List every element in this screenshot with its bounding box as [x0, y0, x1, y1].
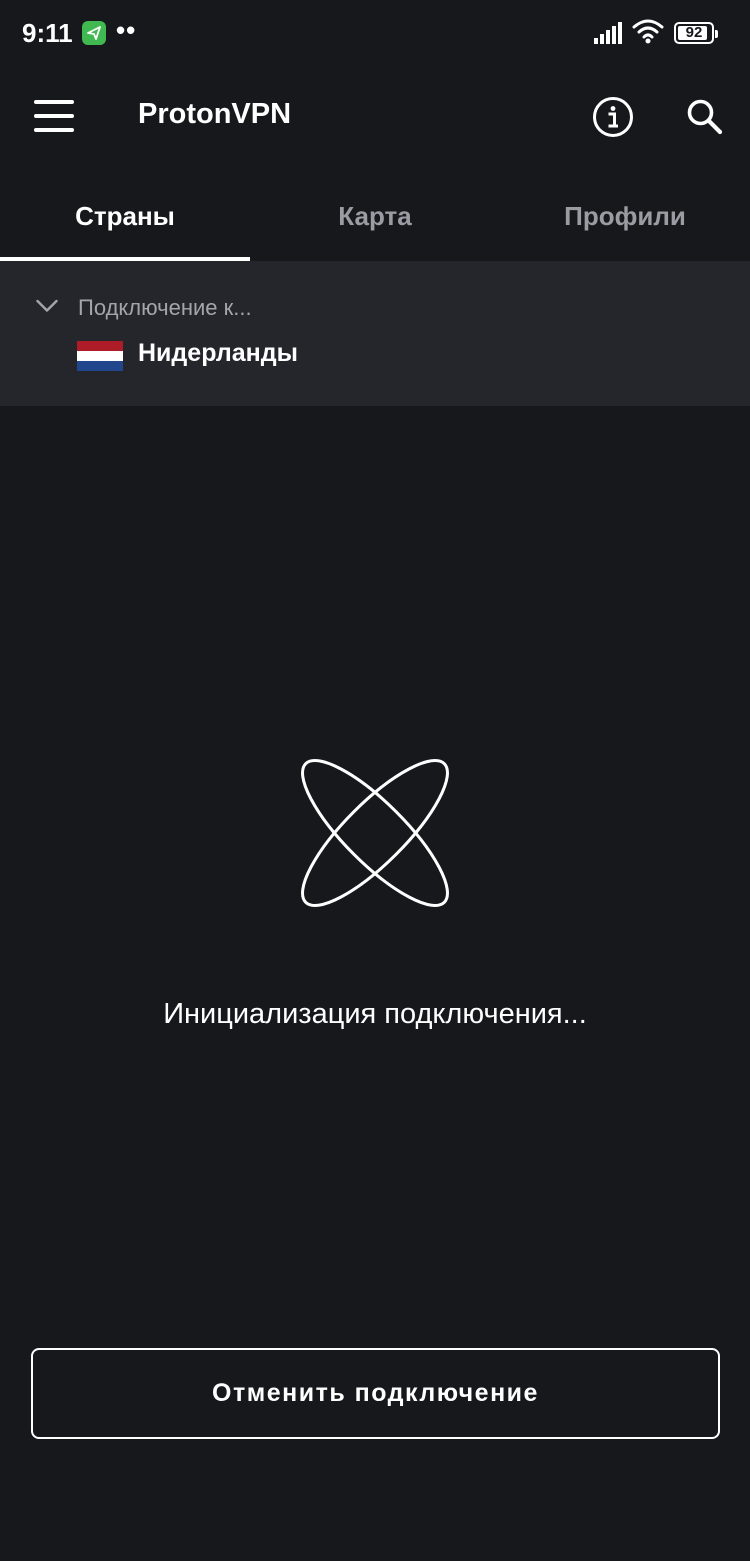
tab-bar: Страны Карта Профили — [0, 168, 750, 261]
info-icon[interactable] — [592, 96, 634, 143]
tab-profiles[interactable]: Профили — [500, 168, 750, 261]
connection-status-label: Подключение к... — [78, 295, 252, 320]
notification-dots: •• — [116, 15, 137, 45]
telegram-notification-icon — [82, 21, 106, 45]
app-bar: ProtonVPN — [0, 68, 750, 168]
vpn-connecting-screen: 9:11 •• 92 ProtonVPN Страны Карта Профил… — [0, 0, 750, 1561]
battery-level: 92 — [685, 24, 703, 41]
connection-status-message: Инициализация подключения... — [163, 998, 587, 1030]
cancel-connection-button[interactable]: Отменить подключение — [31, 1348, 720, 1439]
tab-map[interactable]: Карта — [250, 168, 500, 261]
atom-loader-icon — [300, 758, 450, 913]
menu-icon[interactable] — [34, 98, 74, 134]
app-title: ProtonVPN — [138, 98, 292, 130]
netherlands-flag-icon — [77, 341, 123, 371]
wifi-icon — [632, 18, 664, 49]
tab-countries[interactable]: Страны — [0, 168, 250, 261]
chevron-down-icon[interactable] — [36, 299, 58, 318]
search-icon[interactable] — [686, 98, 724, 141]
connection-panel[interactable]: Подключение к... Нидерланды — [0, 261, 750, 406]
status-time: 9:11 — [22, 18, 73, 48]
status-bar: 9:11 •• 92 — [0, 0, 750, 68]
signal-icon — [594, 22, 624, 49]
battery-icon: 92 — [674, 22, 718, 44]
connection-country: Нидерланды — [138, 339, 298, 367]
